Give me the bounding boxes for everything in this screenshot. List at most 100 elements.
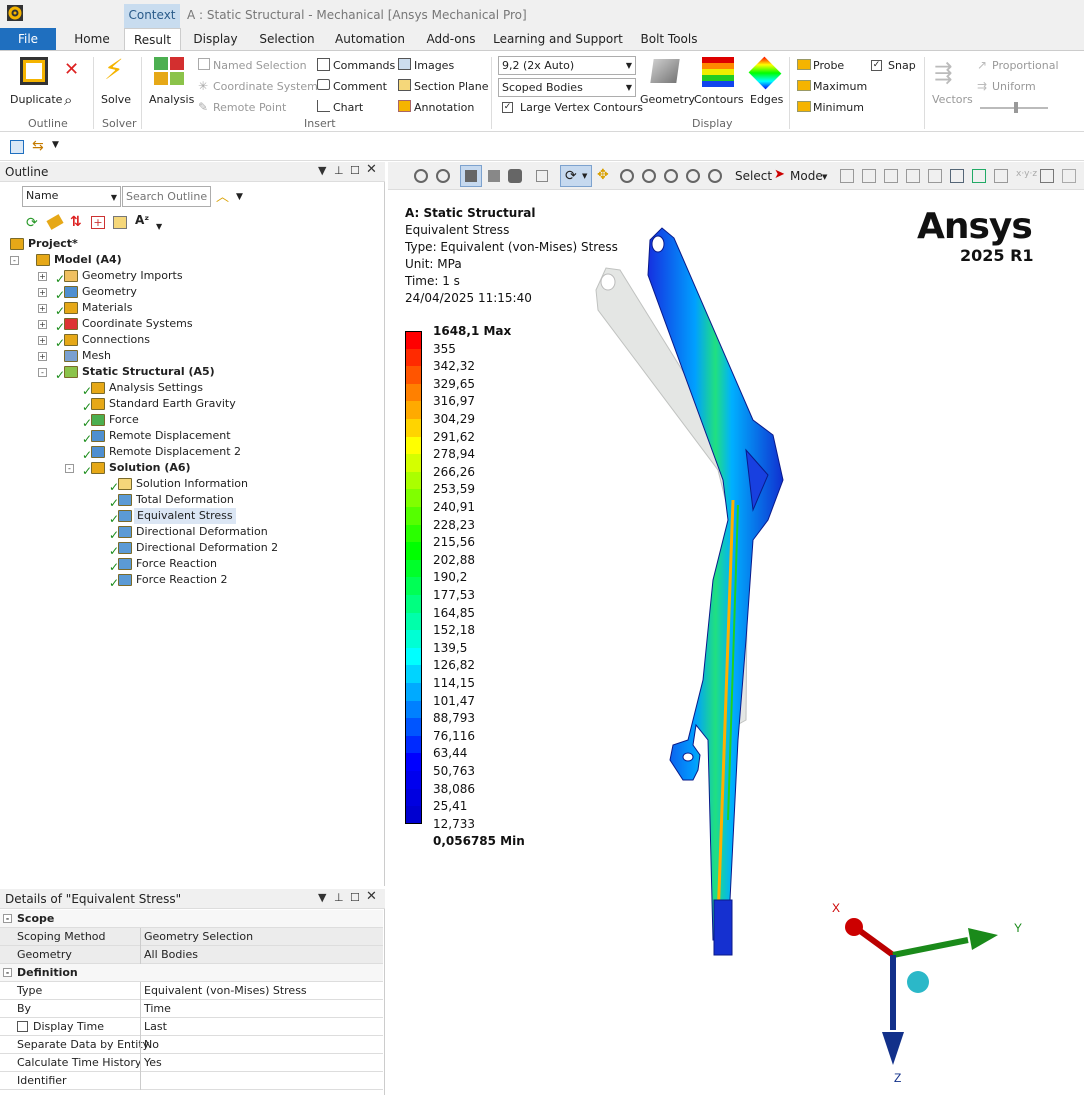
refresh-icon[interactable]: ⟳ — [26, 215, 38, 231]
tree-item[interactable]: Project* — [0, 236, 380, 252]
save-icon[interactable] — [10, 140, 24, 154]
details-row[interactable]: Scoping Method Geometry Selection — [0, 928, 383, 946]
tree-item[interactable]: ✓ Force — [0, 412, 380, 429]
pan-icon[interactable]: ✥ — [597, 167, 609, 183]
annotation-button[interactable]: Annotation — [414, 101, 474, 114]
analysis-icon[interactable] — [154, 57, 186, 87]
expand-icon[interactable]: + — [38, 304, 47, 313]
select-vertex-icon[interactable] — [840, 169, 854, 183]
remote-point-button[interactable]: Remote Point — [213, 101, 286, 114]
duplicate-button[interactable]: Duplicate — [10, 93, 62, 106]
select-face-icon[interactable] — [884, 169, 898, 183]
sort-az-icon[interactable]: Aᶻ — [135, 213, 149, 227]
tree-item[interactable]: - Model (A4) — [0, 252, 380, 268]
chevron-up-icon[interactable]: ︿ — [216, 186, 229, 205]
details-value[interactable]: Time — [144, 1000, 171, 1017]
graphics-viewport[interactable]: A: Static Structural Equivalent Stress T… — [388, 190, 1084, 1095]
cursor-icon[interactable]: ➤ — [774, 167, 785, 182]
details-row[interactable]: Calculate Time History Yes — [0, 1054, 383, 1072]
extend-icon[interactable] — [1040, 169, 1054, 183]
tree-item[interactable]: ✓ Remote Displacement — [0, 428, 380, 445]
tree-item[interactable]: + ✓ Geometry Imports — [0, 268, 380, 285]
maximize-icon[interactable]: ☐ — [350, 891, 360, 904]
tree-item[interactable]: + ✓ Materials — [0, 300, 380, 317]
expand-icon[interactable]: + — [38, 320, 47, 329]
expand-icon[interactable]: + — [38, 336, 47, 345]
details-value[interactable]: Geometry Selection — [144, 928, 253, 945]
tree-item[interactable]: ✓ Directional Deformation — [0, 524, 380, 541]
select-element-face-icon[interactable] — [972, 169, 986, 183]
collapse-icon[interactable]: - — [38, 368, 47, 377]
zoom-in-icon[interactable] — [414, 169, 428, 183]
select-mesh-icon[interactable] — [994, 169, 1008, 183]
tab-result[interactable]: Result — [124, 28, 181, 51]
details-value[interactable]: Equivalent (von-Mises) Stress — [144, 982, 307, 999]
tab-bolt-tools[interactable]: Bolt Tools — [634, 28, 704, 50]
expand-icon[interactable]: + — [38, 352, 47, 361]
edges-view-icon[interactable] — [508, 169, 522, 183]
context-tab[interactable]: Context — [124, 4, 180, 28]
section-plane-button[interactable]: Section Plane — [414, 80, 489, 93]
eraser-icon[interactable] — [46, 214, 64, 230]
details-value[interactable]: Yes — [144, 1054, 162, 1071]
select-node-icon[interactable] — [928, 169, 942, 183]
tree-item[interactable]: - ✓ Static Structural (A5) — [0, 364, 380, 381]
minimum-button[interactable]: Minimum — [813, 101, 864, 114]
tree-item[interactable]: ✓ Standard Earth Gravity — [0, 396, 380, 413]
details-value[interactable]: No — [144, 1036, 159, 1053]
sort-icon[interactable]: ⇅ — [70, 214, 82, 230]
pin-icon[interactable]: ⊥ — [334, 164, 344, 177]
vectors-icon[interactable]: ⇶ — [934, 61, 952, 86]
search-options-icon[interactable]: ▼ — [236, 192, 243, 202]
model-geometry[interactable] — [578, 220, 798, 960]
collapse-icon[interactable]: - — [3, 914, 12, 923]
coordinates-icon[interactable]: x·y·z — [1016, 169, 1037, 179]
tree-item[interactable]: ✓ Directional Deformation 2 — [0, 540, 380, 557]
geometry-button[interactable]: Geometry — [640, 93, 695, 106]
search-icon[interactable]: ⌕ — [64, 91, 72, 109]
tree-item[interactable]: + ✓ Connections — [0, 332, 380, 349]
expand-icon[interactable]: + — [38, 272, 47, 281]
expand-all-icon[interactable]: + — [91, 216, 105, 229]
details-row[interactable]: Geometry All Bodies — [0, 946, 383, 964]
geometry-cube-icon[interactable] — [650, 59, 680, 83]
select-element-icon[interactable] — [950, 169, 964, 183]
wireframe-cube-icon[interactable] — [488, 170, 500, 182]
zoom-box-icon[interactable] — [642, 169, 656, 183]
collapse-icon[interactable]: - — [10, 256, 19, 265]
scope-select[interactable]: Scoped Bodies ▼ — [498, 78, 636, 97]
contours-button[interactable]: Contours — [694, 93, 744, 106]
folder-icon[interactable] — [113, 216, 127, 229]
zoom-fit-icon[interactable] — [664, 169, 678, 183]
tree-item[interactable]: ✓ Equivalent Stress — [0, 508, 380, 525]
magnifier-icon[interactable] — [686, 169, 700, 183]
commands-button[interactable]: Commands — [333, 59, 395, 72]
details-section-header[interactable]: - Scope — [0, 910, 383, 928]
tree-item[interactable]: ✓ Remote Displacement 2 — [0, 444, 380, 461]
comment-button[interactable]: Comment — [333, 80, 387, 93]
zoom-icon[interactable] — [620, 169, 634, 183]
tree-item[interactable]: ✓ Analysis Settings — [0, 380, 380, 397]
details-row[interactable]: Identifier — [0, 1072, 383, 1090]
proportional-button[interactable]: Proportional — [992, 59, 1059, 72]
uniform-button[interactable]: Uniform — [992, 80, 1036, 93]
tab-learning-and-support[interactable]: Learning and Support — [492, 28, 624, 50]
tab-automation[interactable]: Automation — [330, 28, 410, 50]
edges-button[interactable]: Edges — [750, 93, 783, 106]
large-vertex-contours-checkbox[interactable]: ✓ — [502, 102, 513, 113]
select-body-icon[interactable] — [906, 169, 920, 183]
details-row[interactable]: By Time — [0, 1000, 383, 1018]
edges-icon[interactable] — [748, 56, 782, 90]
display-time-checkbox[interactable] — [17, 1021, 28, 1032]
details-row[interactable]: Type Equivalent (von-Mises) Stress — [0, 982, 383, 1000]
chevron-down-icon[interactable]: ▼ — [156, 222, 162, 231]
tree-item[interactable]: + ✓ Geometry — [0, 284, 380, 301]
probe-button[interactable]: Probe — [813, 59, 844, 72]
tab-file[interactable]: File — [0, 28, 56, 50]
tab-selection[interactable]: Selection — [252, 28, 322, 50]
solve-button[interactable]: Solve — [101, 93, 131, 106]
app-logo-icon[interactable] — [6, 4, 24, 22]
select-mode-dropdown[interactable]: Mode — [790, 169, 823, 183]
details-row[interactable]: Display Time Last — [0, 1018, 383, 1036]
tab-add-ons[interactable]: Add-ons — [418, 28, 484, 50]
